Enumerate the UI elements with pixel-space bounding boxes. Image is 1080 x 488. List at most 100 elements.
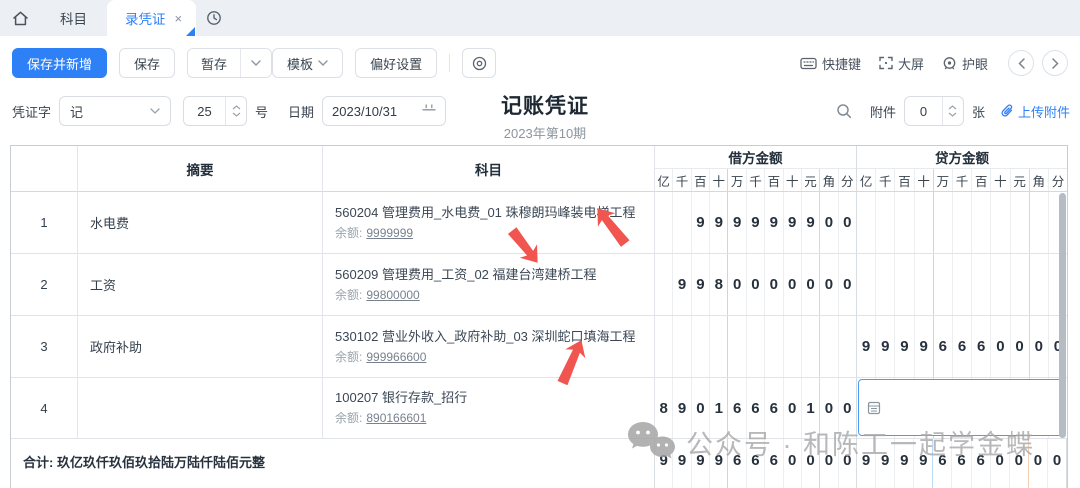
shortcut-keys-button[interactable]: 快捷键 [800,54,861,73]
credit-amount-cell[interactable]: 99996660000 [857,316,1067,378]
amount-digit-cell[interactable] [820,316,838,377]
amount-digit-cell[interactable] [876,254,895,315]
amount-digit-cell[interactable] [673,192,691,253]
summary-cell[interactable]: 工资 [78,254,323,316]
summary-cell[interactable]: 政府补助 [78,316,323,378]
debit-amount-cell[interactable]: 999999900 [655,192,857,254]
draft-button[interactable]: 暂存 [188,49,240,77]
balance-value-link[interactable]: 9999999 [366,226,413,240]
amount-digit-cell[interactable]: 0 [802,254,820,315]
subject-cell[interactable]: 560209 管理费用_工资_02 福建台湾建桥工程余额:99800000 [323,254,655,316]
save-and-new-button[interactable]: 保存并新增 [12,48,107,78]
amount-digit-cell[interactable] [747,316,765,377]
amount-digit-cell[interactable] [895,192,914,253]
amount-digit-cell[interactable]: 6 [952,439,971,488]
debit-amount-cell[interactable] [655,316,857,378]
watch-button[interactable] [462,48,496,78]
credit-amount-cell[interactable] [857,192,1067,254]
amount-digit-cell[interactable]: 0 [991,439,1010,488]
amount-digit-cell[interactable] [934,192,953,253]
amount-digit-cell[interactable]: 0 [1011,316,1030,377]
next-voucher-button[interactable] [1042,50,1068,76]
subject-cell[interactable]: 100207 银行存款_招行余额:890166601 [323,378,655,439]
amount-digit-cell[interactable]: 0 [839,439,856,488]
amount-digit-cell[interactable]: 6 [972,316,991,377]
balance-value-link[interactable]: 99800000 [366,288,419,302]
eye-care-button[interactable]: 护眼 [942,54,988,73]
amount-digit-cell[interactable]: 0 [765,254,783,315]
subject-cell[interactable]: 560204 管理费用_水电费_01 珠穆朗玛峰装电梯工程余额:9999999 [323,192,655,254]
amount-digit-cell[interactable]: 0 [839,378,856,438]
home-button[interactable] [0,0,40,36]
amount-digit-cell[interactable]: 8 [710,254,728,315]
amount-digit-cell[interactable]: 9 [673,254,691,315]
draft-dropdown-button[interactable] [240,49,271,77]
preferences-button[interactable]: 偏好设置 [355,48,437,78]
amount-digit-cell[interactable]: 9 [747,192,765,253]
amount-digit-cell[interactable]: 1 [710,378,728,438]
voucher-word-select[interactable]: 记 [59,96,171,126]
amount-digit-cell[interactable] [655,192,673,253]
amount-digit-cell[interactable]: 9 [692,192,710,253]
amount-digit-cell[interactable]: 9 [876,316,895,377]
amount-digit-cell[interactable]: 9 [673,378,691,438]
amount-digit-cell[interactable] [953,192,972,253]
amount-digit-cell[interactable]: 0 [1030,316,1049,377]
credit-amount-cell[interactable] [857,254,1067,316]
amount-digit-cell[interactable] [1011,192,1030,253]
amount-digit-cell[interactable] [857,254,876,315]
amount-digit-cell[interactable] [673,316,691,377]
amount-digit-cell[interactable]: 0 [784,378,802,438]
amount-digit-cell[interactable]: 9 [915,316,934,377]
amount-digit-cell[interactable]: 9 [895,316,914,377]
amount-digit-cell[interactable]: 1 [802,378,820,438]
amount-digit-cell[interactable]: 9 [857,316,876,377]
amount-digit-cell[interactable] [655,316,673,377]
amount-digit-cell[interactable] [915,254,934,315]
balance-value-link[interactable]: 890166601 [366,411,426,425]
amount-digit-cell[interactable]: 0 [820,378,838,438]
attachment-count-input[interactable]: 0 [904,96,964,126]
voucher-number-stepper[interactable] [225,97,246,125]
amount-digit-cell[interactable]: 6 [728,439,746,488]
amount-digit-cell[interactable]: 9 [710,192,728,253]
amount-digit-cell[interactable] [1030,192,1049,253]
amount-digit-cell[interactable] [895,254,914,315]
template-button[interactable]: 模板 [272,48,343,78]
focused-credit-input[interactable] [858,379,1065,436]
amount-digit-cell[interactable]: 9 [673,439,691,488]
save-button[interactable]: 保存 [119,48,175,78]
tab-voucher-entry[interactable]: 录凭证 × [107,0,196,36]
amount-digit-cell[interactable]: 6 [747,378,765,438]
amount-digit-cell[interactable]: 9 [895,439,914,488]
credit-amount-cell[interactable] [857,378,1067,439]
amount-digit-cell[interactable] [692,316,710,377]
amount-digit-cell[interactable]: 0 [1010,439,1029,488]
amount-digit-cell[interactable]: 0 [747,254,765,315]
amount-digit-cell[interactable] [655,254,673,315]
amount-digit-cell[interactable] [934,254,953,315]
amount-digit-cell[interactable]: 9 [857,439,876,488]
amount-digit-cell[interactable] [728,316,746,377]
amount-digit-cell[interactable]: 0 [820,254,838,315]
amount-digit-cell[interactable]: 0 [991,316,1010,377]
amount-digit-cell[interactable] [1011,254,1030,315]
amount-digit-cell[interactable] [839,316,856,377]
amount-digit-cell[interactable] [972,192,991,253]
large-screen-button[interactable]: 大屏 [879,54,924,73]
table-scrollbar[interactable] [1059,193,1066,438]
amount-digit-cell[interactable] [953,254,972,315]
amount-digit-cell[interactable]: 0 [820,192,838,253]
amount-digit-cell[interactable]: 9 [692,254,710,315]
amount-digit-cell[interactable]: 0 [784,254,802,315]
amount-digit-cell[interactable] [915,192,934,253]
amount-digit-cell[interactable] [765,316,783,377]
amount-digit-cell[interactable]: 6 [728,378,746,438]
amount-digit-cell[interactable]: 9 [802,192,820,253]
amount-digit-cell[interactable] [991,192,1010,253]
amount-digit-cell[interactable]: 0 [839,254,856,315]
amount-digit-cell[interactable]: 6 [953,316,972,377]
tab-close-icon[interactable]: × [175,12,183,25]
amount-digit-cell[interactable]: 9 [876,439,895,488]
upload-attachment-link[interactable]: 上传附件 [1001,102,1070,121]
